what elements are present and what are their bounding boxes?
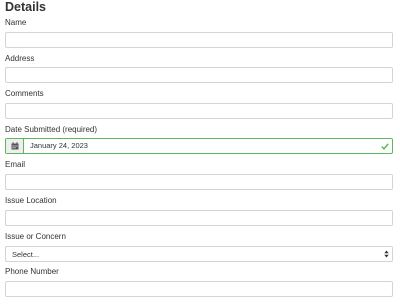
form-title: Details <box>5 0 46 14</box>
name-input[interactable] <box>5 32 393 48</box>
calendar-icon[interactable] <box>6 139 24 153</box>
email-input[interactable] <box>5 174 393 190</box>
address-label: Address <box>5 54 35 63</box>
checkmark-icon <box>378 139 392 153</box>
date-input[interactable]: January 24, 2023 <box>5 138 393 154</box>
issue-select-value: Select... <box>12 249 40 259</box>
date-value: January 24, 2023 <box>30 141 88 150</box>
sort-arrows-icon <box>380 250 392 258</box>
issue-location-input[interactable] <box>5 210 393 226</box>
comments-label: Comments <box>5 89 44 98</box>
phone-input[interactable] <box>5 281 393 297</box>
phone-label: Phone Number <box>5 267 59 276</box>
date-label: Date Submitted (required) <box>5 125 98 134</box>
issue-label: Issue or Concern <box>5 232 66 241</box>
issue-location-label: Issue Location <box>5 196 57 205</box>
address-input[interactable] <box>5 67 393 83</box>
issue-select[interactable]: Select... <box>5 246 393 262</box>
name-label: Name <box>5 18 27 27</box>
email-label: Email <box>5 160 26 169</box>
comments-input[interactable] <box>5 103 393 119</box>
